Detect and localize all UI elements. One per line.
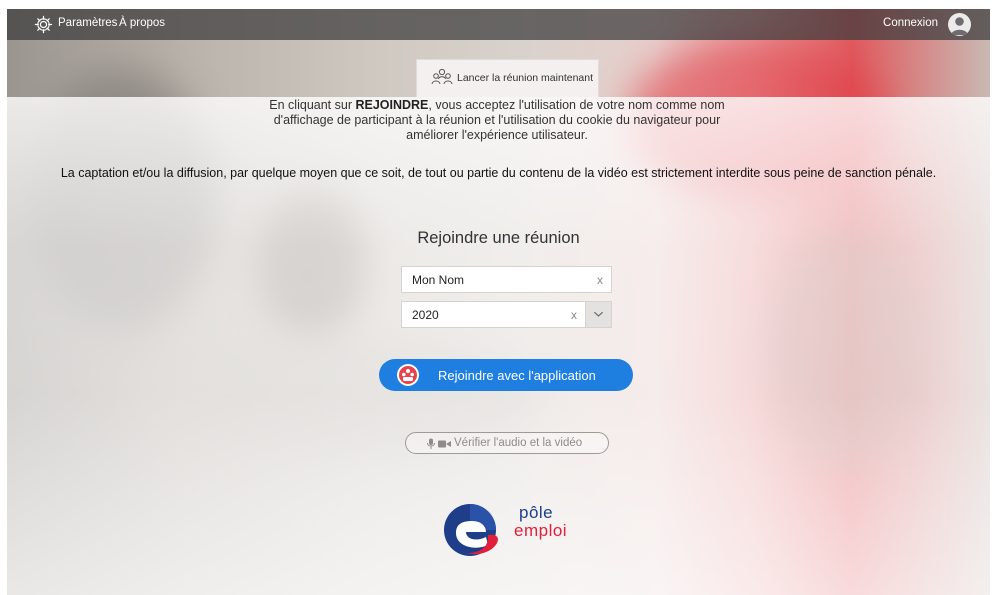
logo-word-emploi: emploi [514,521,568,540]
logo-word-pole: pôle [519,503,554,522]
check-audio-video-button[interactable]: Vérifier l'audio et la vidéo [405,432,609,454]
meeting-history-dropdown[interactable] [585,301,612,328]
launch-meeting-label: Lancer la réunion maintenant [457,72,594,84]
pole-emploi-logo: pôle emploi [442,499,582,561]
join-with-app-label: Rejoindre avec l'application [438,368,596,383]
meeting-app-icon [397,364,419,386]
gear-icon[interactable] [34,15,53,34]
microphone-camera-icon [427,438,451,449]
join-meeting-title: Rejoindre une réunion [417,229,580,247]
check-audio-video-label: Vérifier l'audio et la vidéo [454,437,583,449]
consent-keyword: REJOINDRE [355,98,429,112]
people-icon [431,68,453,85]
launch-meeting-now-tab[interactable]: Lancer la réunion maintenant [416,59,599,97]
consent-prefix: En cliquant sur [269,98,356,112]
clear-meeting-id-button[interactable]: x [571,308,577,322]
consent-notice: En cliquant sur REJOINDRE, vous acceptez… [247,98,747,143]
display-name-field[interactable]: Mon Nom x [401,266,612,293]
app-window: Paramètres À propos Connexion Lancer la … [7,9,990,595]
clear-name-button[interactable]: x [597,273,603,287]
top-bar: Paramètres À propos Connexion [7,9,990,40]
pole-emploi-logo-mark [444,504,499,556]
legal-notice: La captation et/ou la diffusion, par que… [60,166,937,180]
settings-link[interactable]: Paramètres [58,17,117,29]
about-link[interactable]: À propos [119,17,165,29]
meeting-id-value: 2020 [412,308,439,322]
join-with-app-button[interactable]: Rejoindre avec l'application [379,359,633,391]
user-avatar-icon[interactable] [948,13,971,36]
chevron-down-icon [593,311,604,317]
login-link[interactable]: Connexion [883,17,938,29]
display-name-value: Mon Nom [412,273,465,287]
meeting-id-field[interactable]: 2020 x [401,301,586,328]
